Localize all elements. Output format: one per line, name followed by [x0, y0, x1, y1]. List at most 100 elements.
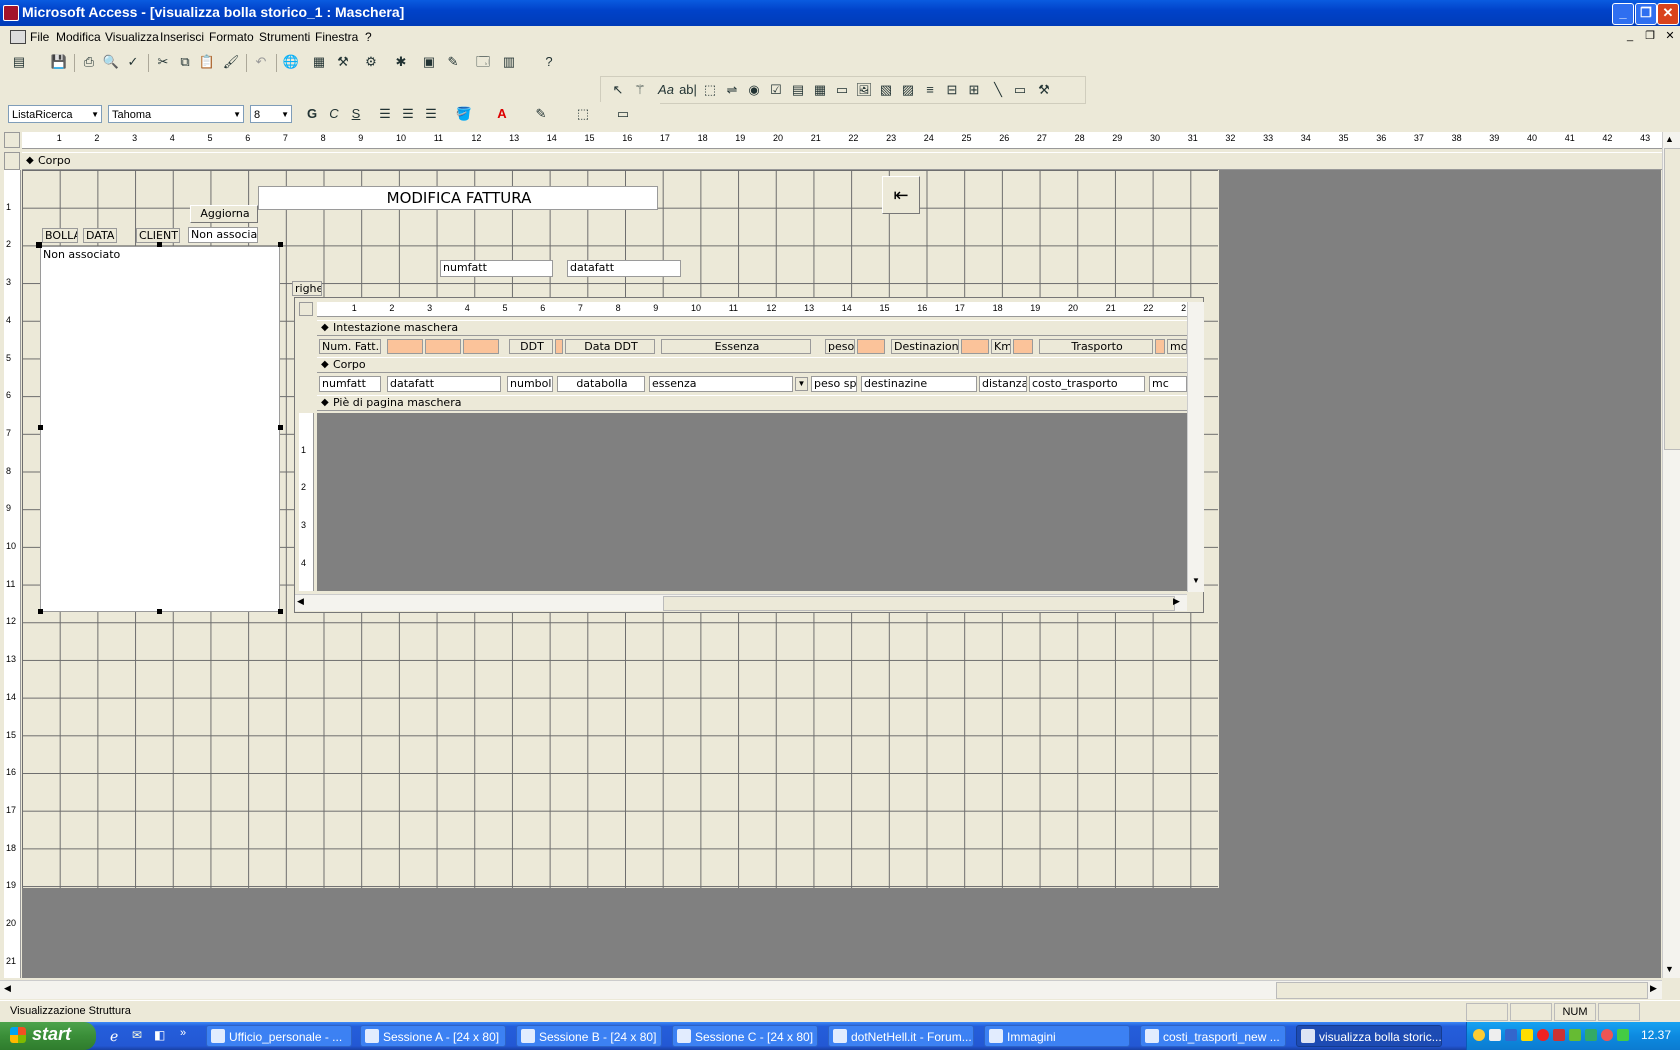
- header-km[interactable]: Km: [991, 339, 1011, 354]
- label-tool-icon[interactable]: Aa: [657, 81, 675, 99]
- field-essenza[interactable]: essenza: [649, 376, 793, 392]
- selection-handle[interactable]: [157, 242, 162, 247]
- special-effect-icon[interactable]: ▭: [614, 105, 632, 123]
- header-num-fatt[interactable]: Num. Fatt.: [319, 339, 381, 354]
- tray-icon[interactable]: [1505, 1029, 1517, 1041]
- form-title-label[interactable]: MODIFICA FATTURA: [258, 186, 658, 210]
- task-button[interactable]: costi_trasporti_new ...: [1140, 1025, 1286, 1047]
- selection-handle[interactable]: [36, 242, 42, 248]
- header-blank[interactable]: [1013, 339, 1033, 354]
- header-mc[interactable]: mc: [1167, 339, 1187, 354]
- field-databolla[interactable]: databolla: [557, 376, 645, 392]
- header-ddt[interactable]: DDT: [509, 339, 553, 354]
- option-group-icon[interactable]: ⬚: [701, 81, 719, 99]
- selection-handle[interactable]: [278, 425, 283, 430]
- font-size-combo[interactable]: 8 ▼: [250, 105, 292, 123]
- restore-button[interactable]: ❐: [1635, 3, 1657, 25]
- scroll-thumb[interactable]: [663, 596, 1175, 611]
- page-break-icon[interactable]: ≡: [921, 81, 939, 99]
- header-trasporto[interactable]: Trasporto: [1039, 339, 1153, 354]
- menu-modifica[interactable]: Modifica: [56, 30, 101, 44]
- main-hscroll-thumb[interactable]: [1276, 982, 1648, 999]
- scroll-left-icon[interactable]: ◀: [297, 596, 309, 610]
- menu-inserisci[interactable]: Inserisci: [160, 30, 204, 44]
- italic-button[interactable]: C: [325, 105, 343, 123]
- header-essenza[interactable]: Essenza: [661, 339, 811, 354]
- selection-handle[interactable]: [278, 609, 283, 614]
- autoformat-icon[interactable]: ⚙: [362, 53, 380, 71]
- header-blank[interactable]: [1155, 339, 1165, 354]
- search-list-box[interactable]: Non associato: [40, 246, 280, 612]
- menu-visualizza[interactable]: Visualizza: [105, 30, 159, 44]
- toggle-button-icon[interactable]: ⇌: [723, 81, 741, 99]
- numfatt-field[interactable]: numfatt: [440, 260, 553, 277]
- field-mc[interactable]: mc: [1149, 376, 1187, 392]
- doc-minimize-button[interactable]: _: [1622, 29, 1638, 44]
- code-icon[interactable]: ✱: [392, 53, 410, 71]
- task-button[interactable]: Sessione B - [24 x 80]: [516, 1025, 662, 1047]
- main-horizontal-scrollbar[interactable]: ◀ ▶: [0, 980, 1662, 999]
- task-button[interactable]: Sessione A - [24 x 80]: [360, 1025, 506, 1047]
- font-combo[interactable]: Tahoma ▼: [108, 105, 244, 123]
- save-icon[interactable]: 💾: [50, 53, 68, 71]
- menu-file[interactable]: File: [30, 30, 49, 44]
- minimize-button[interactable]: _: [1612, 3, 1634, 25]
- spelling-icon[interactable]: ✓: [124, 53, 142, 71]
- essenza-dropdown-icon[interactable]: ▼: [795, 377, 808, 391]
- subform-header-section[interactable]: ◆ Intestazione maschera: [317, 320, 1187, 336]
- menu-formato[interactable]: Formato: [209, 30, 254, 44]
- format-painter-icon[interactable]: 🖌: [222, 53, 240, 71]
- tray-icon[interactable]: [1537, 1029, 1549, 1041]
- close-button[interactable]: ✕: [1657, 3, 1679, 25]
- subform-horizontal-scrollbar[interactable]: ◀ ▶: [295, 594, 1187, 611]
- option-button-icon[interactable]: ◉: [745, 81, 763, 99]
- unbound-object-icon[interactable]: ▧: [877, 81, 895, 99]
- tray-icon[interactable]: [1601, 1029, 1613, 1041]
- label-data[interactable]: DATA: [83, 228, 117, 243]
- menu-finestra[interactable]: Finestra: [315, 30, 358, 44]
- properties-icon[interactable]: ▣: [420, 53, 438, 71]
- rectangle-tool-icon[interactable]: ▭: [1011, 81, 1029, 99]
- main-vertical-scrollbar[interactable]: ▲ ▼: [1662, 132, 1680, 978]
- task-button[interactable]: Sessione C - [24 x 80]: [672, 1025, 818, 1047]
- subform-righe[interactable]: 1 2 3 4 5 6 7 8 9 10 11 12 13 14 15 16 17 18 19 20 21 22 2 ◆ In…: [294, 297, 1204, 613]
- header-blank[interactable]: [425, 339, 461, 354]
- network-icon[interactable]: [1569, 1029, 1581, 1041]
- search-combo-unbound[interactable]: Non associatc: [188, 227, 258, 243]
- field-peso-spe[interactable]: peso spe: [811, 376, 857, 392]
- toolbox-icon[interactable]: ⚒: [334, 53, 352, 71]
- help-icon[interactable]: ?: [540, 53, 558, 71]
- selection-handle[interactable]: [157, 609, 162, 614]
- label-cliente[interactable]: CLIENTE: [136, 228, 180, 243]
- form-doc-icon[interactable]: [10, 30, 26, 44]
- checkbox-tool-icon[interactable]: ☑: [767, 81, 785, 99]
- header-blank[interactable]: [961, 339, 989, 354]
- tray-icon[interactable]: [1489, 1029, 1501, 1041]
- section-selector[interactable]: [4, 152, 20, 170]
- tray-icon[interactable]: [1617, 1029, 1629, 1041]
- view-icon[interactable]: ▤: [10, 53, 28, 71]
- header-destinazione[interactable]: Destinazione: [891, 339, 959, 354]
- title-bar[interactable]: Microsoft Access - [visualizza bolla sto…: [0, 0, 1680, 26]
- header-blank[interactable]: [555, 339, 563, 354]
- select-objects-icon[interactable]: ↖: [609, 81, 627, 99]
- scroll-down-icon[interactable]: ▼: [1665, 964, 1674, 974]
- bold-button[interactable]: G: [303, 105, 321, 123]
- bound-object-icon[interactable]: ▨: [899, 81, 917, 99]
- task-button[interactable]: Immagini: [984, 1025, 1130, 1047]
- subform-footer-section[interactable]: ◆ Piè di pagina maschera: [317, 395, 1187, 411]
- line-tool-icon[interactable]: ╲: [989, 81, 1007, 99]
- form-selector[interactable]: [4, 132, 20, 148]
- label-bolla[interactable]: BOLLA: [42, 228, 78, 243]
- copy-icon[interactable]: ⧉: [176, 53, 194, 71]
- field-numfatt[interactable]: numfatt: [319, 376, 381, 392]
- section-bar-body[interactable]: ◆ Corpo: [22, 152, 1662, 170]
- align-right-icon[interactable]: ☰: [422, 105, 440, 123]
- doc-restore-button[interactable]: ❐: [1642, 29, 1658, 44]
- aggiorna-button[interactable]: Aggiorna: [190, 205, 258, 223]
- more-controls-icon[interactable]: ⚒: [1035, 81, 1053, 99]
- tray-icon[interactable]: [1553, 1029, 1565, 1041]
- new-object-icon[interactable]: ▥: [500, 53, 518, 71]
- tray-icon[interactable]: [1585, 1029, 1597, 1041]
- print-preview-icon[interactable]: 🔍: [102, 53, 120, 71]
